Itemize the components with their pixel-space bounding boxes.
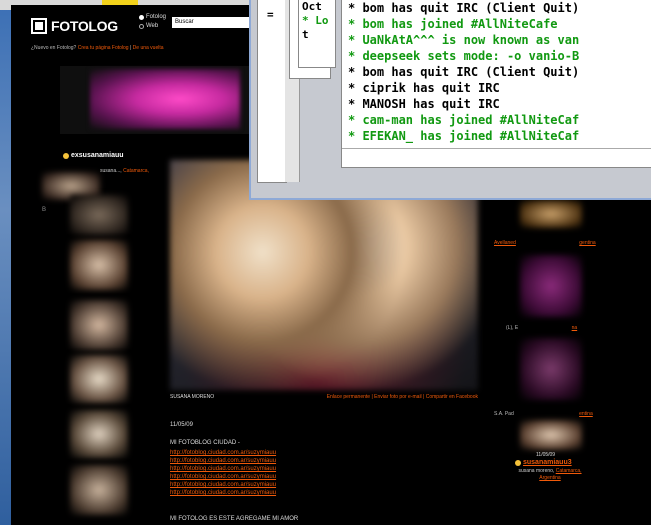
radio-selected-icon xyxy=(139,15,144,20)
irc-message: * MANOSH has quit IRC xyxy=(348,97,500,111)
irc-background-window[interactable]: Oct * Lo t xyxy=(298,0,336,68)
irc-message-input[interactable] xyxy=(342,148,651,167)
friend-thumbnail[interactable] xyxy=(520,338,582,400)
photo-author: SUSANA MORENO xyxy=(170,394,215,400)
irc-message: * bom has quit IRC (Client Quit) xyxy=(348,65,580,79)
irc-channel-list[interactable] xyxy=(257,0,287,183)
friend-thumbnail[interactable] xyxy=(70,300,128,350)
post-links: http://fotoblog.ciudad.com.ar/suzymiauu … xyxy=(170,449,276,497)
friend-thumbnail[interactable] xyxy=(70,355,128,403)
friend-date: 11/05/09 xyxy=(536,452,556,458)
post-link[interactable]: http://fotoblog.ciudad.com.ar/suzymiauu xyxy=(170,457,276,465)
post-link[interactable]: http://fotoblog.ciudad.com.ar/suzymiauu xyxy=(170,465,276,473)
user-icon xyxy=(515,459,521,466)
post-link[interactable]: http://fotoblog.ciudad.com.ar/suzymiauu xyxy=(170,449,276,457)
photo-caption: SUSANA MORENO Enlace permanente | Enviar… xyxy=(170,394,478,400)
irc-message: * EFEKAN_ has joined #AllNiteCaf xyxy=(348,129,580,143)
post-link[interactable]: http://fotoblog.ciudad.com.ar/suzymiauu xyxy=(170,473,276,481)
irc-message: * bom has joined #AllNiteCafe xyxy=(348,17,558,31)
irc-chat-window[interactable]: * bom has quit IRC (Client Quit) * bom ha… xyxy=(341,0,651,168)
search-scope: Fotolog Web xyxy=(139,13,166,31)
radio-web[interactable]: Web xyxy=(139,22,166,31)
friend-user[interactable]: susanamiauu3 xyxy=(515,459,572,466)
friend-thumbnail[interactable] xyxy=(70,195,128,235)
post-title: MI FOTOBLOG CIUDAD - xyxy=(170,440,240,446)
friend-thumbnail[interactable] xyxy=(520,255,582,317)
irc-message: * cam-man has joined #AllNiteCaf xyxy=(348,113,580,127)
irc-message-log: * bom has quit IRC (Client Quit) * bom ha… xyxy=(342,0,651,144)
fotolog-logo[interactable]: FOTOLOG xyxy=(31,15,118,37)
post-link[interactable]: http://fotoblog.ciudad.com.ar/suzymiauu xyxy=(170,489,276,497)
friend-thumbnail[interactable] xyxy=(70,240,128,290)
create-page-link[interactable]: Crea tu página Fotolog xyxy=(78,45,129,51)
irc-message: * bom has quit IRC (Client Quit) xyxy=(348,1,580,15)
friend-location: Avellaned gentina xyxy=(494,240,596,246)
irc-side-label: = xyxy=(267,8,274,21)
fotolog-logo-text: FOTOLOG xyxy=(51,18,118,34)
radio-fotolog[interactable]: Fotolog xyxy=(139,13,166,22)
irc-message: * deepseek sets mode: -o vanio-B xyxy=(348,49,580,63)
user-icon xyxy=(63,152,69,159)
irc-message: * ciprik has quit IRC xyxy=(348,81,500,95)
irc-message: * UaNkAtA^^^ is now known as van xyxy=(348,33,580,47)
fotolog-logo-icon xyxy=(31,18,47,34)
tour-link[interactable]: De una vuelta xyxy=(133,45,164,51)
friend-thumbnail[interactable] xyxy=(70,465,128,515)
banner-image xyxy=(90,69,240,129)
profile-user[interactable]: exsusanamiauu xyxy=(63,152,124,159)
radio-unselected-icon xyxy=(139,24,144,29)
friend-thumbnail[interactable] xyxy=(520,200,582,228)
friend-location: (L), E na xyxy=(506,325,578,331)
left-letter: B xyxy=(42,207,47,213)
friend-thumbnail[interactable] xyxy=(70,410,128,458)
post-date: 11/05/09 xyxy=(170,422,193,428)
friend-user-location: susana moreno, Catamarca, Argentina xyxy=(518,468,582,481)
friend-location: S.A. Pad entina xyxy=(494,411,593,417)
post-footer: MI FOTOLOG ES ESTE AGREGAME MI AMOR xyxy=(170,516,299,522)
search-input[interactable]: Buscar xyxy=(172,17,252,28)
header-links: ¿Nuevo en Fotolog? Crea tu página Fotolo… xyxy=(31,45,164,51)
profile-location: susana..., Catamarca, xyxy=(100,168,149,174)
photo-actions-links[interactable]: Enlace permanente | Enviar foto por e-ma… xyxy=(327,394,478,400)
post-link[interactable]: http://fotoblog.ciudad.com.ar/suzymiauu xyxy=(170,481,276,489)
friend-thumbnail[interactable] xyxy=(520,420,582,450)
